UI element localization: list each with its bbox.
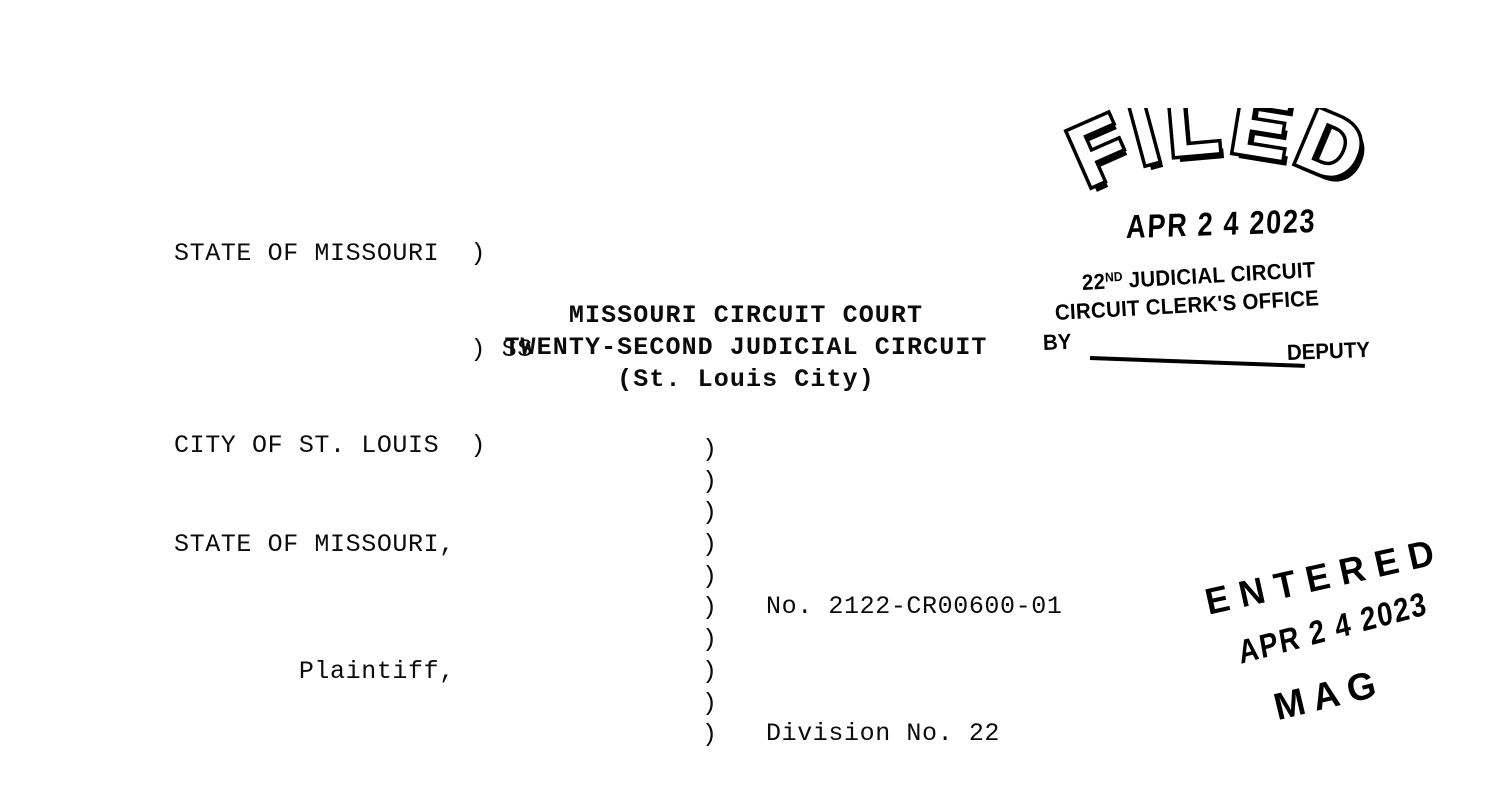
filed-signature-rule	[1089, 356, 1305, 368]
caption-paren: )	[702, 561, 718, 591]
case-number: No. 2122-CR00600-01	[766, 592, 1063, 621]
entered-division-code: MAG	[1269, 661, 1389, 730]
circuit-ordinal-suffix: ND	[1104, 268, 1123, 285]
document-page: STATE OF MISSOURI ) ) SS CITY OF ST. LOU…	[0, 0, 1500, 785]
caption-paren: )	[702, 466, 718, 496]
filed-stamp: FILED FILED APR 2 4 2023 22ND JUDICIAL C…	[1035, 108, 1405, 368]
caption-paren: )	[702, 625, 718, 655]
caption-paren: )	[702, 530, 718, 560]
venue-line-state: STATE OF MISSOURI )	[174, 239, 487, 268]
caption-paren: )	[702, 593, 718, 623]
caption-paren: )	[702, 688, 718, 718]
caption-plaintiff-name: STATE OF MISSOURI,	[174, 530, 455, 559]
filed-deputy-label: DEPUTY	[1286, 336, 1371, 365]
entered-stamp: ENTERED APR 2 4 2023 MAG	[1193, 520, 1500, 785]
caption-paren: )	[702, 498, 718, 528]
caption-paren: )	[702, 720, 718, 750]
caption-case-column: No. 2122-CR00600-01 Division No. 22	[766, 527, 1062, 785]
court-title-line-3: (St. Louis City)	[617, 365, 875, 394]
division-number: Division No. 22	[766, 719, 1001, 748]
circuit-number: 22	[1081, 268, 1106, 295]
caption-paren: )	[702, 435, 718, 464]
svg-text:FILED: FILED	[1056, 108, 1384, 206]
venue-line-city: CITY OF ST. LOUIS )	[174, 431, 487, 460]
caption-plaintiff-role: Plaintiff,	[174, 657, 455, 686]
caption-paren: )	[702, 656, 718, 686]
caption-paren-column: ))))))))))	[702, 434, 718, 751]
filed-by-label: BY	[1042, 328, 1072, 355]
filed-date: APR 2 4 2023	[1125, 201, 1317, 245]
caption-parties-column: STATE OF MISSOURI, Plaintiff, vs. Steven…	[174, 465, 580, 785]
